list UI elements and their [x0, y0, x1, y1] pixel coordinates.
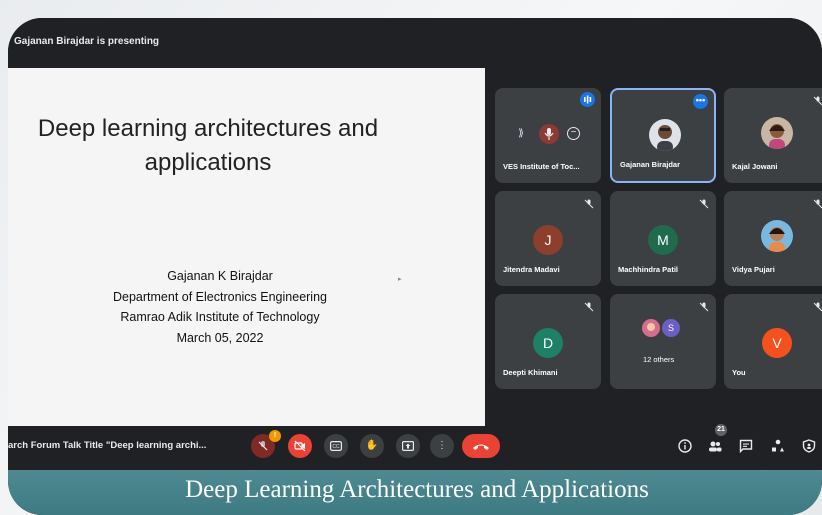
participant-name: VES Institute of Toc...	[503, 162, 580, 171]
audio-bars-icon	[580, 92, 595, 107]
slide-author-block: Gajanan K Birajdar Department of Electro…	[70, 266, 370, 348]
caption-text: Deep Learning Architectures and Applicat…	[185, 476, 649, 503]
mic-warning-badge: !	[269, 430, 281, 442]
participant-name: Gajanan Birajdar	[620, 160, 681, 169]
participant-name: Deepti Khimani	[503, 368, 558, 377]
participant-name: Vidya Pujari	[732, 265, 775, 274]
present-button[interactable]	[396, 434, 420, 458]
remove-icon[interactable]: −	[567, 127, 580, 140]
mic-off-icon	[699, 302, 709, 312]
avatar	[649, 119, 681, 151]
participant-tile[interactable]: Kajal Jowani	[724, 88, 822, 183]
presentation-slide: Deep learning architectures and applicat…	[8, 68, 485, 426]
avatar: D	[533, 328, 563, 358]
presenting-text: Gajanan Birajdar is presenting	[14, 36, 160, 47]
svg-text:CC: CC	[332, 444, 340, 450]
more-options-button[interactable]: ⋮	[430, 434, 454, 458]
participant-name: You	[732, 368, 746, 377]
mic-off-icon	[584, 199, 594, 209]
people-count-badge: 21	[715, 424, 727, 436]
info-icon[interactable]	[678, 439, 692, 453]
mic-off-icon	[813, 199, 822, 209]
pin-icon[interactable]: ⟫	[513, 126, 529, 142]
slide-department: Department of Electronics Engineering	[112, 289, 327, 304]
camera-off-button[interactable]	[288, 434, 312, 458]
mic-off-icon	[813, 302, 822, 312]
bottom-control-bar: arch Forum Talk Title "Deep learning arc…	[8, 424, 822, 470]
participant-tile[interactable]: ⟫ − VES Institute of Toc...	[495, 88, 601, 183]
people-icon[interactable]	[708, 439, 722, 453]
caption-banner: Deep Learning Architectures and Applicat…	[8, 470, 822, 515]
mic-icon[interactable]	[539, 124, 559, 144]
mic-off-icon	[699, 199, 709, 209]
mic-off-icon	[813, 96, 822, 106]
host-controls-icon[interactable]	[802, 439, 816, 453]
presenting-banner: Gajanan Birajdar is presenting	[8, 18, 822, 70]
slide-title: Deep learning architectures and applicat…	[8, 112, 408, 180]
avatar: V	[762, 328, 792, 358]
participant-tile[interactable]: ••• Gajanan Birajdar	[610, 88, 716, 183]
avatar: S	[662, 319, 680, 337]
self-tile[interactable]: V You	[724, 294, 822, 389]
avatar	[642, 319, 660, 337]
participant-tile[interactable]: J Jitendra Madavi	[495, 191, 601, 286]
activities-icon[interactable]	[771, 439, 785, 453]
participant-tile[interactable]: D Deepti Khimani	[495, 294, 601, 389]
avatar	[761, 220, 793, 252]
mic-off-icon	[584, 302, 594, 312]
avatar: M	[648, 225, 678, 255]
slide-title-line2: applications	[144, 149, 272, 176]
captions-button[interactable]: CC	[324, 434, 348, 458]
more-dots-icon[interactable]: •••	[693, 94, 708, 109]
participant-tile[interactable]: Vidya Pujari	[724, 191, 822, 286]
slide-title-line1: Deep learning architectures and	[37, 115, 379, 142]
slide-institute: Ramrao Adik Institute of Technology	[120, 310, 320, 324]
participant-name: Machhindra Patil	[618, 265, 679, 274]
participant-tile[interactable]: M Machhindra Patil	[610, 191, 716, 286]
tile-hover-controls: ⟫ −	[507, 122, 589, 146]
slide-author: Gajanan K Birajdar	[167, 269, 273, 283]
meeting-title: arch Forum Talk Title "Deep learning arc…	[8, 440, 207, 451]
meeting-window: Gajanan Birajdar is presenting Deep lear…	[8, 18, 822, 515]
others-count: 12 others	[643, 355, 675, 364]
raise-hand-button[interactable]: ✋	[360, 434, 384, 458]
avatar: J	[533, 225, 563, 255]
others-tile[interactable]: S 12 others	[610, 294, 716, 389]
participant-name: Jitendra Madavi	[503, 265, 560, 274]
slide-date: March 05, 2022	[176, 330, 264, 345]
chat-icon[interactable]	[739, 439, 753, 453]
avatar	[761, 117, 793, 149]
leave-call-button[interactable]	[462, 434, 500, 458]
participant-name: Kajal Jowani	[732, 162, 778, 171]
mouse-cursor-icon: ▸	[398, 276, 402, 283]
